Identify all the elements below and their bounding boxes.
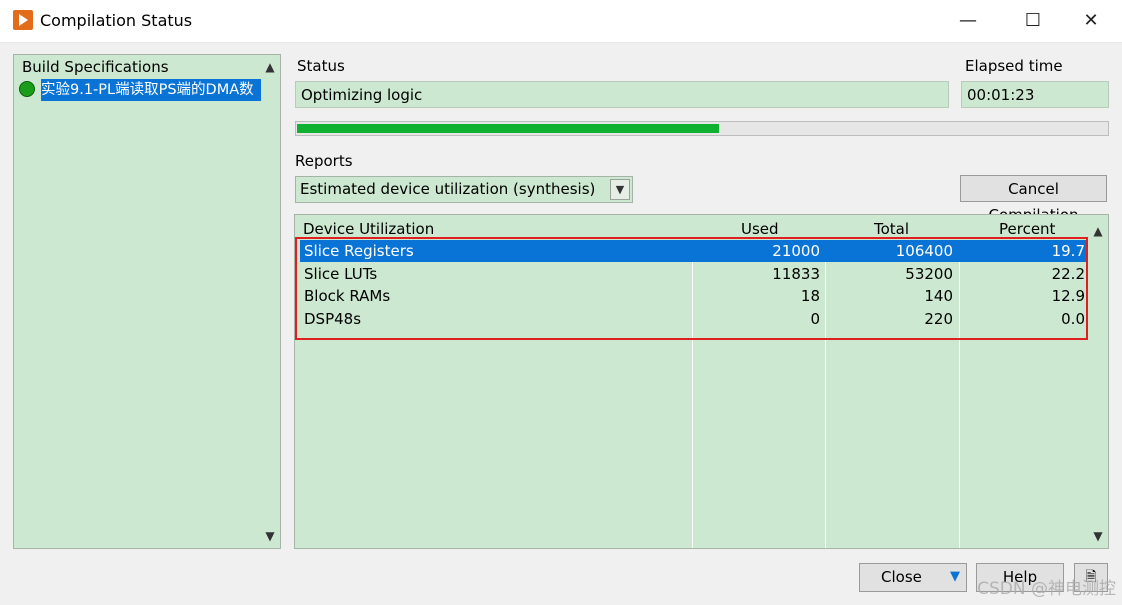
cell-total: 106400 <box>895 242 953 260</box>
cell-used: 11833 <box>772 264 820 283</box>
cell-percent: 0.0 <box>1061 309 1085 328</box>
cell-percent: 12.9 <box>1051 287 1085 305</box>
cancel-compilation-button[interactable]: Cancel Compilation <box>960 175 1107 224</box>
cell-used: 18 <box>800 287 820 305</box>
scroll-up-icon[interactable]: ▲ <box>263 60 277 74</box>
watermark-text: CSDN @神电测控 <box>977 579 1116 599</box>
minimize-button[interactable]: — <box>948 6 988 36</box>
compilation-progress-bar <box>295 121 1109 136</box>
scroll-down-icon[interactable]: ▼ <box>263 529 277 543</box>
cell-percent: 19.7 <box>1051 242 1085 260</box>
reports-selected-value: Estimated device utilization (synthesis) <box>300 180 596 198</box>
col-header-device-utilization: Device Utilization <box>303 220 435 238</box>
elapsed-time-label: Elapsed time <box>965 57 1063 75</box>
build-specifications-header: Build Specifications <box>22 58 169 76</box>
status-label: Status <box>297 57 345 75</box>
table-row[interactable]: Slice LUTs 11833 53200 22.2 <box>300 263 1086 285</box>
labview-app-icon <box>13 10 33 30</box>
col-header-percent: Percent <box>999 220 1056 238</box>
table-row[interactable]: Block RAMs 18 140 12.9 <box>300 285 1086 307</box>
col-header-total: Total <box>874 220 910 238</box>
build-status-icon <box>19 81 35 97</box>
close-button-label: Close <box>881 568 922 586</box>
progress-fill <box>297 124 720 133</box>
close-button[interactable]: Close ▼ <box>859 563 967 592</box>
elapsed-time-field: 00:01:23 <box>961 81 1109 108</box>
status-field: Optimizing logic <box>295 81 949 108</box>
device-utilization-table: Device Utilization Used Total Percent Sl… <box>294 214 1109 549</box>
build-spec-item-label: 实验9.1-PL端读取PS端的DMA数 <box>41 79 261 101</box>
cell-total: 220 <box>924 309 953 328</box>
maximize-button[interactable]: ☐ <box>1013 6 1053 36</box>
cell-total: 140 <box>924 287 953 305</box>
build-specs-scrollbar[interactable]: ▲ ▼ <box>261 56 279 547</box>
reports-select[interactable]: Estimated device utilization (synthesis)… <box>295 176 633 203</box>
table-row[interactable]: Slice Registers 21000 106400 19.7 <box>300 240 1086 262</box>
cell-used: 21000 <box>772 242 820 260</box>
reports-label: Reports <box>295 152 353 170</box>
build-specifications-list[interactable]: Build Specifications 实验9.1-PL端读取PS端的DMA数… <box>13 54 281 549</box>
cell-total: 53200 <box>905 264 953 283</box>
cell-device: DSP48s <box>304 309 362 328</box>
window-title: Compilation Status <box>40 11 193 30</box>
cell-device: Slice LUTs <box>304 264 378 283</box>
dropdown-arrow-icon[interactable]: ▼ <box>950 564 960 590</box>
cell-used: 0 <box>810 309 820 328</box>
col-header-used: Used <box>741 220 779 238</box>
scroll-down-icon[interactable]: ▼ <box>1091 529 1105 543</box>
cell-device: Slice Registers <box>304 242 414 260</box>
cell-percent: 22.2 <box>1051 264 1085 283</box>
build-spec-item[interactable]: 实验9.1-PL端读取PS端的DMA数 <box>19 79 261 101</box>
chevron-down-icon[interactable]: ▼ <box>610 179 630 200</box>
title-bar: Compilation Status — ☐ ✕ <box>0 0 1122 43</box>
table-row[interactable]: DSP48s 0 220 0.0 <box>300 308 1086 330</box>
table-scrollbar[interactable]: ▲ ▼ <box>1089 216 1107 547</box>
scroll-up-icon[interactable]: ▲ <box>1091 224 1105 238</box>
close-window-button[interactable]: ✕ <box>1071 6 1111 36</box>
cell-device: Block RAMs <box>304 287 391 305</box>
